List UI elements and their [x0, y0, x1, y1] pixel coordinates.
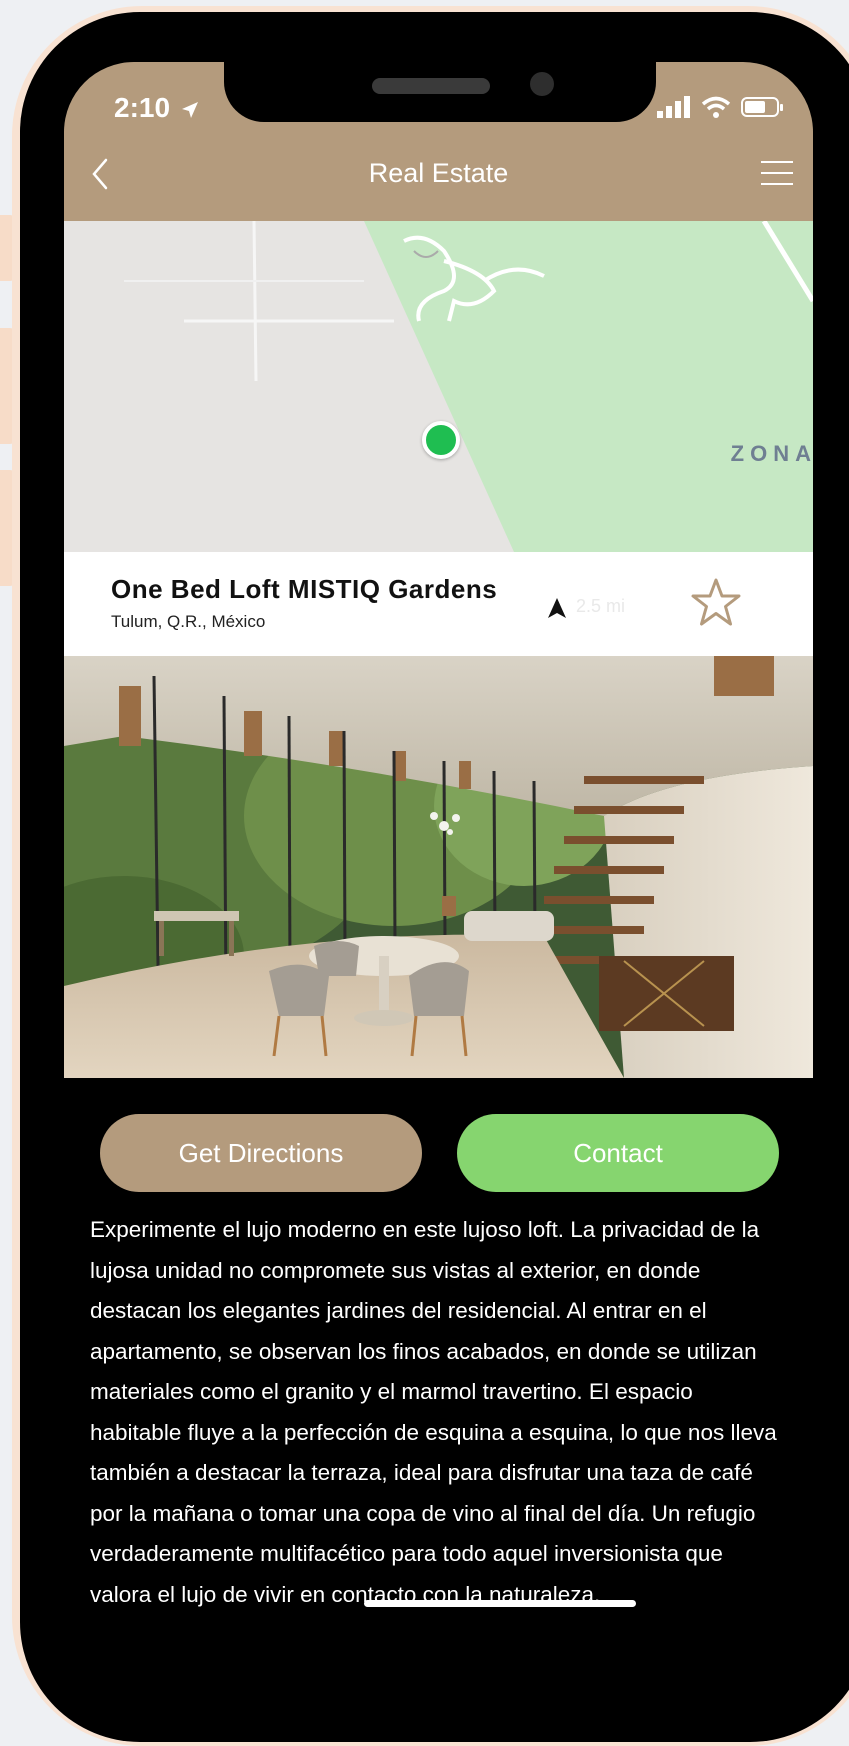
listing-location: Tulum, Q.R., México	[111, 612, 266, 631]
speaker	[372, 78, 490, 94]
page-title: Real Estate	[368, 158, 509, 188]
notch	[224, 62, 656, 122]
listing-distance: 2.5 mi	[576, 596, 626, 616]
property-interior-illustration	[64, 656, 813, 1078]
screen: 2:10 Real Estate ZONA One Bed Loft MISTI…	[64, 62, 813, 1702]
map-area-label: ZONA	[730, 441, 813, 466]
signal-icon	[657, 96, 690, 118]
home-indicator[interactable]	[364, 1600, 636, 1607]
hamburger-menu-icon	[761, 161, 793, 185]
favorite-button[interactable]	[689, 576, 743, 630]
property-photo[interactable]	[64, 656, 813, 1078]
navigation-arrow-icon	[548, 598, 566, 618]
app-header: 2:10 Real Estate	[64, 62, 813, 221]
listing-title: One Bed Loft MISTIQ Gardens	[111, 574, 498, 604]
wifi-icon	[701, 96, 731, 118]
menu-button[interactable]	[761, 160, 793, 186]
front-camera	[530, 72, 554, 96]
star-outline-icon	[691, 578, 741, 626]
map-park-area	[124, 221, 813, 552]
contact-button[interactable]: Contact	[457, 1114, 779, 1192]
map-view[interactable]: ZONA	[64, 221, 813, 552]
map-location-pin[interactable]	[422, 421, 460, 459]
get-directions-button[interactable]: Get Directions	[100, 1114, 422, 1192]
status-icons	[657, 96, 785, 118]
battery-icon	[741, 97, 783, 117]
status-time: 2:10	[114, 92, 200, 124]
listing-description: Experimente el lujo moderno en este lujo…	[90, 1217, 777, 1607]
location-arrow-icon	[181, 101, 198, 118]
listing-info-bar: One Bed Loft MISTIQ Gardens Tulum, Q.R.,…	[64, 552, 813, 657]
